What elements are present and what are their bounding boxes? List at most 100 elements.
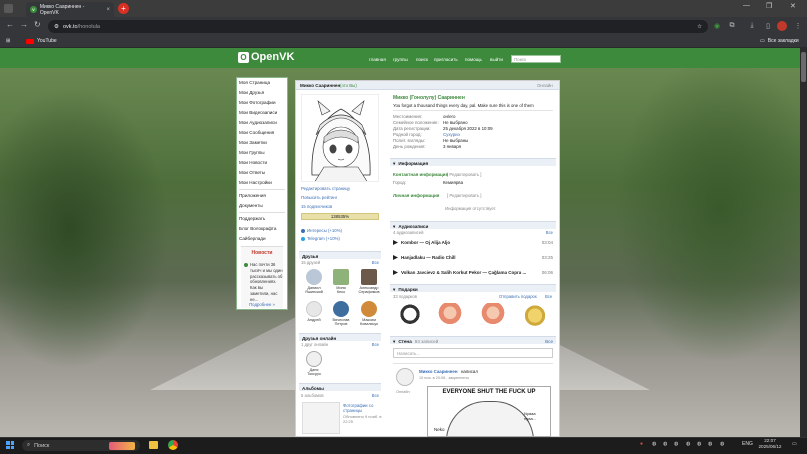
play-icon[interactable] [393,240,398,245]
album-cover[interactable] [302,402,340,434]
play-icon[interactable] [393,270,398,275]
new-tab-button[interactable]: + [118,3,129,14]
audio-section-header[interactable]: ▾ Аудиозаписи [390,221,556,229]
file-explorer-icon[interactable] [149,441,158,449]
chrome-icon[interactable] [168,440,178,450]
post-time[interactable]: 10 ноя. в 20:06 , закреплено [419,376,469,380]
album-title[interactable]: Фотографии со страницы [343,403,383,413]
close-window-icon[interactable]: ✕ [790,2,796,10]
audio-track[interactable]: Hanjadlaku — Radio Chill 03:25 [393,255,553,260]
post-image[interactable]: EVERYONE SHUT THE FUCK UP Neko Nyaaa nya… [427,386,551,437]
nav-home[interactable]: главная [369,57,386,62]
gift-item[interactable] [437,303,463,331]
scrollbar[interactable] [800,48,807,437]
all-bookmarks[interactable]: ▭ Все закладки [760,38,799,44]
tray-icon[interactable]: ◍ [697,441,701,447]
browser-tab[interactable]: V Микко Саариннен - OpenVK × [26,2,114,17]
sidebar-item-news[interactable]: Мои Новости [239,160,267,165]
wall-section-header[interactable]: ▾ Стена 94 записей Все [390,336,556,344]
sidebar-item-notes[interactable]: Мои Заметки [239,140,267,145]
clock[interactable]: 22:07 2025/06/12 [758,438,782,450]
albums-header[interactable]: Альбомы [299,383,381,391]
notifications-icon[interactable]: ▭ [792,441,797,447]
minimize-icon[interactable]: — [743,2,750,9]
sidebar-item-messages[interactable]: Мои Сообщения [239,130,274,135]
back-icon[interactable]: ← [6,20,14,29]
edit-page-button[interactable]: Редактировать страницу [301,186,350,191]
telegram-link[interactable]: Telegram (+10%) [301,236,340,241]
gifts-all-link[interactable]: Все [545,294,552,299]
sidebar-item-cyberlady[interactable]: Сайберлади [239,236,266,241]
taskbar-search[interactable]: ⌕ Поиск [22,440,140,451]
profile-avatar[interactable] [301,94,379,182]
raise-rating-button[interactable]: Повысить рейтинг [301,195,337,200]
sidebar-item-settings[interactable]: Мои Настройки [239,180,272,185]
header-search-input[interactable]: Поиск [511,55,561,63]
nav-logout[interactable]: выйти [490,57,503,62]
personal-edit-link[interactable]: [ Редактировать ] [447,193,481,198]
sidebar-item-friends[interactable]: Мои Друзья [239,90,264,95]
address-bar[interactable]: ⚙ ovk.to/honolula ☆ [48,20,708,33]
sidebar-item-donate[interactable]: Поддержать [239,216,265,221]
info-section-header[interactable]: ▾ Информация [390,158,556,166]
tray-icon[interactable]: ◍ [686,441,690,447]
play-icon[interactable] [393,255,398,260]
apps-icon[interactable]: ⊞ [6,38,10,44]
audio-track[interactable]: Kombor — Oj Alija Aljo 03:04 [393,240,553,245]
friends-online-header[interactable]: Друзья онлайн [299,333,381,341]
friend-item[interactable]: Максим Ковальчук [356,301,382,327]
friend-item[interactable]: Даниил Яшинский [302,269,326,295]
post-author-avatar[interactable] [396,368,414,386]
audio-track[interactable]: Volkan Javcievz & Salih Korkut Pekor — Ç… [393,270,553,275]
site-logo[interactable]: O OpenVK [238,51,294,63]
nav-invite[interactable]: пригласить [434,57,458,62]
friend-item[interactable]: Миня Кеко [329,269,353,295]
sidebar-item-groups[interactable]: Мои Группы [239,150,265,155]
contacts-edit-link[interactable]: [ Редактировать ] [447,172,481,177]
profile-status-text[interactable]: You forgot a thousand things every day, … [393,103,553,108]
bookmark-star-icon[interactable]: ☆ [697,24,702,30]
extensions-icon[interactable]: ⧉ [727,21,737,31]
menu-icon[interactable]: ⋮ [793,21,803,31]
wall-post-input[interactable]: Написать... [393,348,553,358]
send-gift-link[interactable]: Отправить подарок [499,294,537,299]
nav-groups[interactable]: группы [393,57,408,62]
online-friend-item[interactable]: Даня Токсуро [302,351,326,377]
close-tab-icon[interactable]: × [106,7,110,13]
reload-icon[interactable]: ↻ [34,20,41,29]
gift-item[interactable] [480,303,506,331]
sidebar-item-photos[interactable]: Мои Фотографии [239,100,276,105]
sidebar-item-blog[interactable]: Блог Волокрафта [239,226,276,231]
friend-item[interactable]: Вячеслав Петров [329,301,353,327]
maximize-icon[interactable]: ❐ [766,2,772,10]
sidebar-item-replies[interactable]: Мои Ответы [239,170,265,175]
tray-icon[interactable]: ◍ [663,441,667,447]
tray-icon[interactable]: ◍ [674,441,678,447]
friends-header[interactable]: Друзья [299,251,381,259]
bookmark-youtube[interactable]: YouTube [26,38,57,44]
windows-start-icon[interactable] [6,441,14,449]
wall-all-link[interactable]: Все [545,339,553,344]
nav-help[interactable]: помощь [465,57,482,62]
sidebar-item-my-page[interactable]: Моя Страница [239,80,270,85]
news-more-link[interactable]: Подробнее » [241,302,283,307]
audio-all-link[interactable]: Все [546,230,553,235]
tray-icon[interactable]: ◍ [708,441,712,447]
extension-icon[interactable]: ◉ [712,21,722,31]
download-icon[interactable]: ⤓ [747,21,757,31]
interests-link[interactable]: Интересы (+10%) [301,228,342,233]
post-author-name[interactable]: Микко Саариннен [419,369,457,374]
gifts-section-header[interactable]: ▾ Подарки [390,284,556,292]
subscribers-link[interactable]: 15 подписчиков [301,204,332,209]
profile-avatar-icon[interactable] [777,21,787,31]
field-value[interactable]: Сухуриэ [443,132,460,137]
sidebar-item-audios[interactable]: Мои Аудиозаписи [239,120,277,125]
sidebar-item-videos[interactable]: Мои Видеозаписи [239,110,277,115]
friends-all-link[interactable]: Все [372,260,379,265]
albums-all-link[interactable]: Все [372,393,379,398]
sidebar-item-docs[interactable]: Документы [239,203,263,208]
language-indicator[interactable]: ENG [742,441,753,447]
friend-item[interactable]: Андрей [302,301,326,322]
tray-icon[interactable]: ◍ [720,441,724,447]
scrollbar-thumb[interactable] [801,52,806,82]
